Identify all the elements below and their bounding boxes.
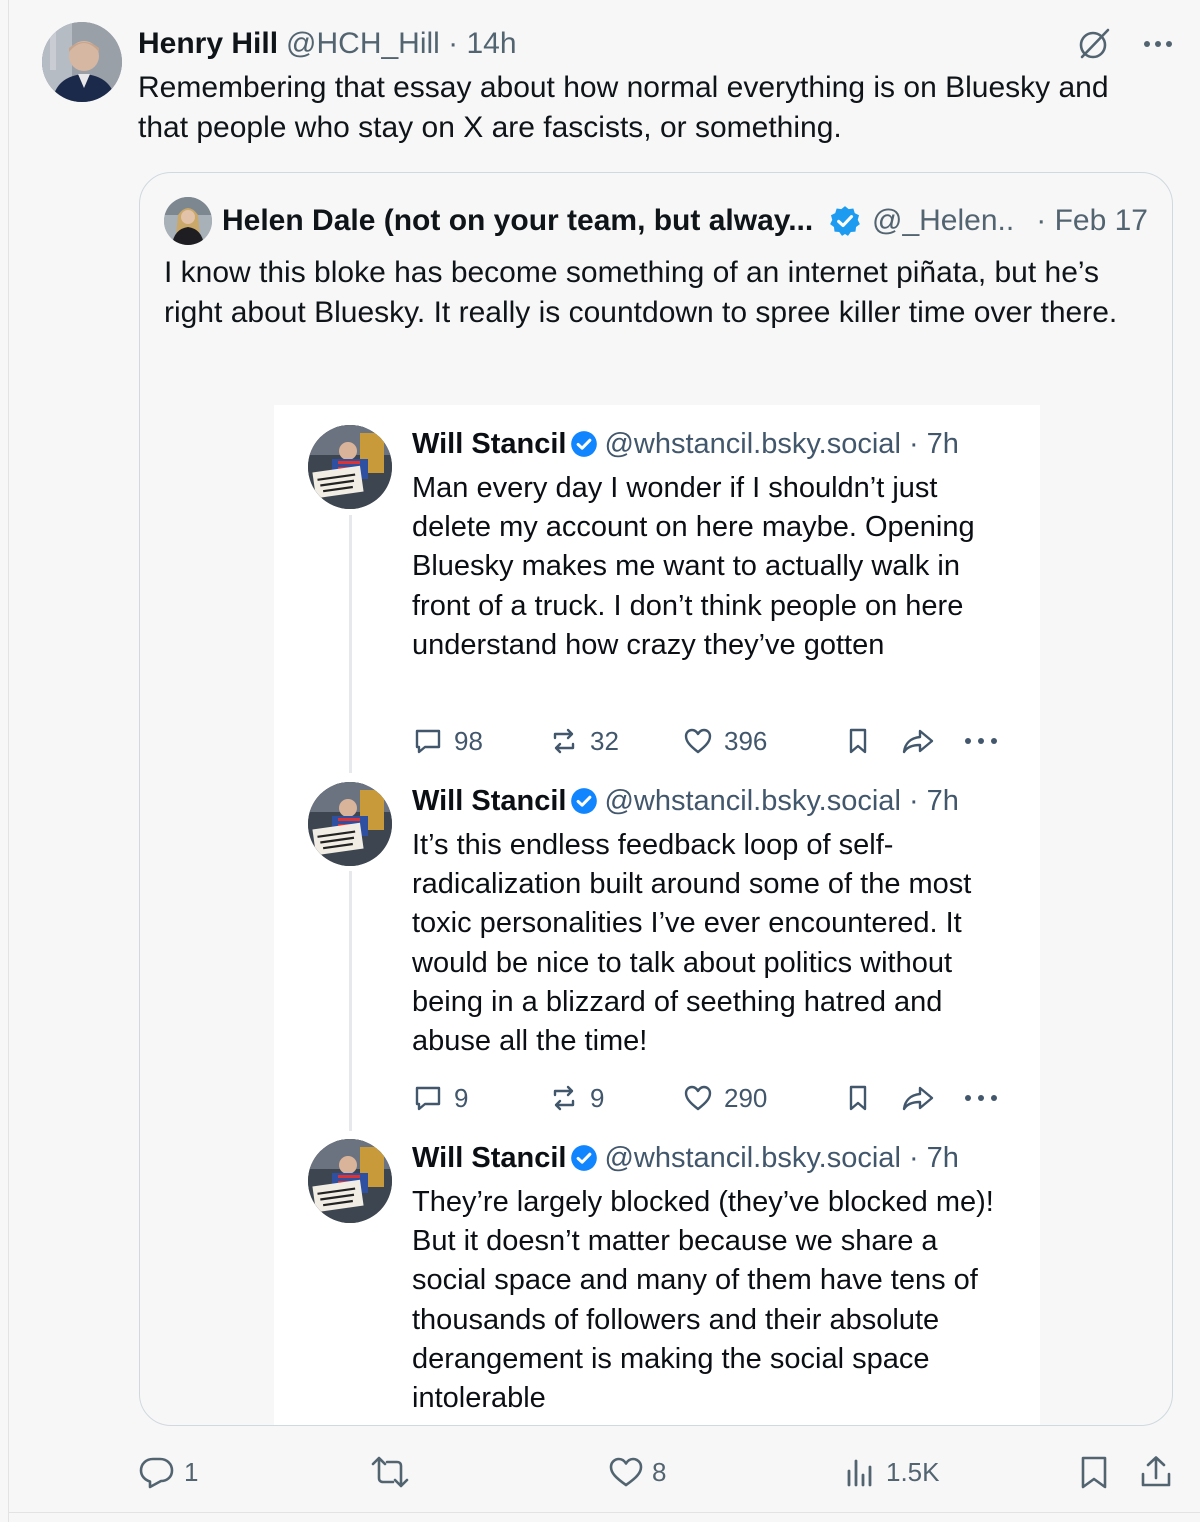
left-divider <box>8 0 9 1522</box>
heart-icon <box>684 1085 712 1111</box>
share-icon <box>1141 1456 1171 1487</box>
author-handle-time[interactable]: @HCH_Hill · 14h <box>286 27 517 61</box>
tweet-text: Remembering that essay about how normal … <box>138 71 1109 144</box>
poster-avatar <box>308 425 392 509</box>
bookmark-icon <box>842 721 874 761</box>
poster-avatar <box>308 782 392 866</box>
share-button[interactable] <box>1138 1452 1174 1492</box>
reply-icon <box>139 1457 174 1489</box>
post-text: Man every day I wonder if I shouldn’t ju… <box>412 472 975 661</box>
post-header: Will Stancil @whstancil.bsky.social · 7h <box>412 782 959 820</box>
like-count: 396 <box>682 721 767 761</box>
reply-count-value: 9 <box>454 1082 469 1113</box>
repost-icon <box>371 1456 409 1488</box>
poster-handle-time: @whstancil.bsky.social · 7h <box>604 784 959 817</box>
verified-badge-icon <box>828 204 862 238</box>
grok-icon[interactable] <box>1074 24 1114 64</box>
like-count-value: 396 <box>724 725 768 756</box>
quote-text: I know this bloke has become something o… <box>164 256 1118 329</box>
post-actions: 9 9 290 <box>412 1078 1012 1118</box>
heart-icon <box>684 728 712 754</box>
more-options-icon <box>964 1078 998 1118</box>
views-chart-icon <box>847 1459 872 1487</box>
quote-author-avatar[interactable] <box>164 197 212 245</box>
verified-check-icon <box>570 787 598 815</box>
bottom-divider <box>8 1512 1200 1513</box>
post-header: Will Stancil @whstancil.bsky.social · 7h <box>412 425 959 463</box>
bookmark-button[interactable] <box>1078 1452 1110 1492</box>
like-count: 8 <box>652 1456 667 1487</box>
author-avatar[interactable] <box>42 22 122 102</box>
repost-count: 32 <box>548 721 619 761</box>
verified-check-icon <box>570 430 598 458</box>
repost-button[interactable] <box>370 1452 410 1492</box>
poster-name: Will Stancil <box>412 1141 567 1174</box>
thread-connector <box>349 871 352 1131</box>
like-count-value: 290 <box>724 1082 768 1113</box>
verified-check-icon <box>570 1144 598 1172</box>
reply-count: 9 <box>412 1078 468 1118</box>
post-text: It’s this endless feedback loop of self-… <box>412 829 972 1058</box>
tweet-action-bar: 1 8 1.5K <box>138 1452 1178 1492</box>
share-icon <box>900 721 936 761</box>
poster-avatar <box>308 1139 392 1223</box>
reply-count-value: 98 <box>454 725 483 756</box>
post-actions: 98 32 396 <box>412 721 1012 761</box>
repost-icon <box>553 1085 575 1111</box>
reply-icon <box>415 1086 441 1111</box>
views-count: 1.5K <box>886 1456 940 1487</box>
post-text: They’re largely blocked (they’ve blocked… <box>412 1186 994 1415</box>
quote-header: Helen Dale (not on your team, but alway.… <box>222 201 1148 241</box>
quote-author-handle[interactable]: @_Helen... <box>872 204 1016 238</box>
like-button[interactable]: 8 <box>608 1452 666 1492</box>
tweet-header: Henry Hill @HCH_Hill · 14h <box>138 24 517 64</box>
poster-name: Will Stancil <box>412 427 567 460</box>
heart-icon <box>609 1457 643 1487</box>
embedded-screenshot[interactable]: Will Stancil @whstancil.bsky.social · 7h… <box>274 405 1040 1425</box>
poster-handle-time: @whstancil.bsky.social · 7h <box>604 1141 959 1174</box>
repost-count-value: 32 <box>590 725 619 756</box>
reply-count: 1 <box>184 1456 199 1487</box>
like-count: 290 <box>682 1078 767 1118</box>
more-icon[interactable] <box>1140 24 1176 64</box>
author-name[interactable]: Henry Hill <box>138 27 278 61</box>
reply-icon <box>415 729 441 754</box>
bookmark-icon <box>842 1078 874 1118</box>
views-button[interactable]: 1.5K <box>844 1452 940 1492</box>
reply-count: 98 <box>412 721 483 761</box>
reply-button[interactable]: 1 <box>138 1452 198 1492</box>
thread-connector <box>349 515 352 773</box>
quoted-tweet[interactable]: Helen Dale (not on your team, but alway.… <box>139 172 1173 1426</box>
poster-name: Will Stancil <box>412 784 567 817</box>
repost-count: 9 <box>548 1078 604 1118</box>
repost-count-value: 9 <box>590 1082 605 1113</box>
more-options-icon <box>964 721 998 761</box>
quote-date[interactable]: · Feb 17 <box>1036 204 1148 238</box>
bookmark-icon <box>1081 1456 1107 1489</box>
post-header: Will Stancil @whstancil.bsky.social · 7h <box>412 1139 959 1177</box>
quote-author-name[interactable]: Helen Dale (not on your team, but alway.… <box>222 204 820 238</box>
repost-icon <box>553 728 575 754</box>
share-icon <box>900 1078 936 1118</box>
poster-handle-time: @whstancil.bsky.social · 7h <box>604 427 959 460</box>
tweet-top-actions <box>1074 24 1176 64</box>
